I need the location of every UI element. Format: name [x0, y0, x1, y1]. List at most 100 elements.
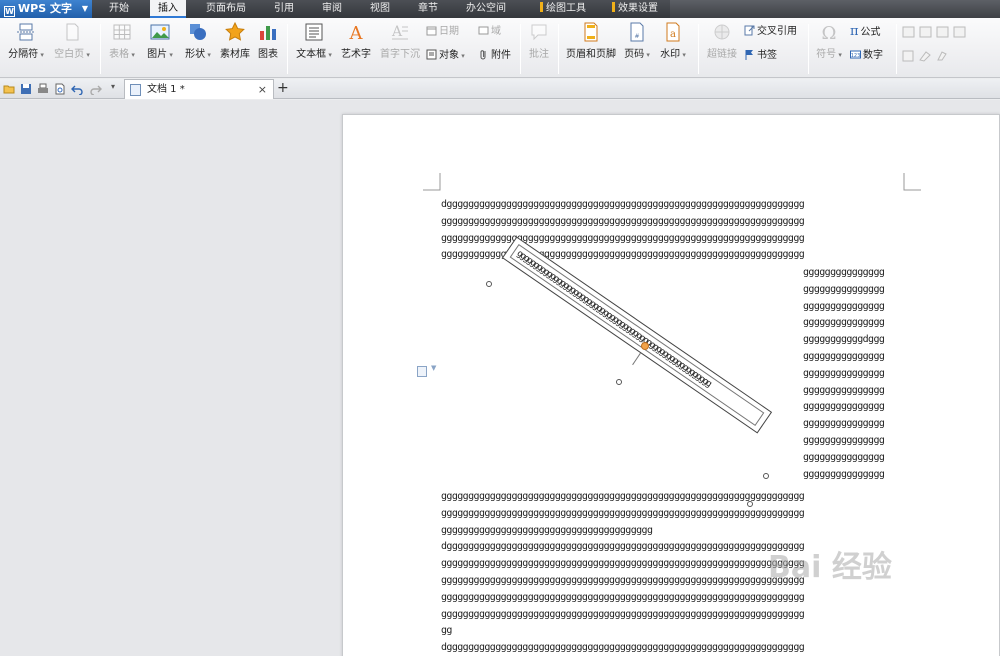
page-number-button[interactable]: # 页码 [622, 22, 652, 60]
wordart-button[interactable]: A 艺术字 [338, 22, 374, 60]
formula-button[interactable]: π 公式 [850, 25, 881, 40]
baidu-watermark: Bai 经验 [768, 550, 892, 585]
textbox-label: 文本框 [296, 49, 332, 60]
ribbon-separator [698, 24, 699, 74]
tab-chapter[interactable]: 章节 [410, 0, 446, 18]
document-page[interactable]: dggggggggggggggggggggggggggggggggggggggg… [342, 114, 1000, 656]
disabled-tool-icons-row2 [902, 50, 947, 62]
tab-references[interactable]: 引用 [266, 0, 302, 18]
open-folder-icon[interactable] [3, 83, 15, 95]
shape-button[interactable]: 形状 [180, 22, 216, 60]
comment-icon [531, 24, 547, 41]
menu-bar: W WPS 文字 ▼ 开始 插入 页面布局 引用 审阅 视图 章节 办公空间 绘图工… [0, 0, 1000, 18]
dropcap-button[interactable]: A 首字下沉 [378, 22, 422, 60]
page-break-button[interactable]: 分隔符 [4, 22, 48, 60]
dropcap-icon: A [391, 24, 408, 40]
new-tab-button[interactable]: + [277, 80, 289, 96]
blank-page-button[interactable]: 空白页 [50, 22, 94, 60]
omega-icon: Ω [822, 23, 837, 42]
flag-icon [745, 50, 753, 60]
table-icon [113, 24, 131, 40]
text-line: ggggggggggggggg [803, 451, 885, 463]
redo-icon[interactable] [90, 83, 102, 95]
wordart-label: 艺术字 [341, 49, 371, 60]
date-button[interactable]: 日期 [426, 25, 459, 39]
text-line: ggggggggggggggg [803, 468, 885, 480]
comment-label: 批注 [529, 49, 549, 60]
text-line: dggggggggggggggggggggggggggggggggggggggg… [441, 199, 805, 210]
page-break-icon [17, 23, 35, 41]
app-menu-button[interactable]: W WPS 文字 ▼ [0, 0, 92, 18]
tab-effects-settings[interactable]: 效果设置 [604, 0, 666, 18]
tab-page-layout[interactable]: 页面布局 [198, 0, 254, 18]
textbox-content[interactable]: gggggggggggggggggggggggggggggggggggggggg… [509, 244, 765, 426]
print-preview-icon[interactable] [54, 83, 66, 95]
rotate-handle[interactable] [641, 342, 649, 350]
table-button[interactable]: 表格 [104, 22, 140, 60]
save-icon[interactable] [20, 83, 32, 95]
resize-handle[interactable] [616, 379, 622, 385]
print-icon[interactable] [37, 83, 49, 95]
field-button[interactable]: 域 [478, 25, 501, 39]
object-label: 对象 [439, 50, 465, 61]
attachment-button[interactable]: 附件 [478, 49, 511, 63]
tab-insert[interactable]: 插入 [150, 0, 186, 18]
svg-text:123: 123 [851, 53, 861, 59]
bookmark-label: 书签 [757, 50, 777, 61]
blank-page-label: 空白页 [54, 49, 90, 60]
svg-text:A: A [349, 23, 364, 42]
text-line: ggggggggggggggg [803, 283, 885, 295]
document-tab-bar: ▾ 文档 1 * × + [0, 79, 1000, 99]
rotated-textbox[interactable]: gggggggggggggggggggggggggggggggggggggggg… [501, 236, 773, 434]
date-label: 日期 [439, 26, 459, 37]
clipart-label: 素材库 [220, 49, 250, 60]
document-tab[interactable]: 文档 1 * × [124, 79, 274, 99]
chevron-down-icon: ▼ [81, 4, 88, 13]
undo-icon[interactable] [71, 83, 83, 95]
object-icon [426, 49, 437, 60]
number-button[interactable]: 123 数字 [850, 49, 883, 63]
picture-button[interactable]: 图片 [142, 22, 178, 60]
cross-reference-icon [744, 25, 755, 36]
text-line: ggggggggggggggg [803, 384, 885, 396]
text-line: dggggggggggggggggggggggggggggggggggggggg… [441, 642, 805, 654]
svg-text:Ω: Ω [822, 23, 837, 42]
header-footer-icon [584, 22, 598, 42]
ribbon-separator [896, 24, 897, 74]
tab-review[interactable]: 审阅 [314, 0, 350, 18]
chart-label: 图表 [258, 49, 278, 60]
wps-logo-icon: W [4, 6, 15, 17]
text-line: gggggggggggggggggggggggggggggggggggggggg… [441, 491, 805, 502]
close-icon[interactable]: × [258, 80, 267, 99]
tab-start[interactable]: 开始 [100, 0, 138, 18]
disabled-tool-icons-row1 [902, 26, 966, 38]
resize-handle[interactable] [486, 281, 492, 287]
object-button[interactable]: 对象 [426, 49, 465, 63]
layout-options-icon[interactable] [417, 366, 427, 377]
watermark-button[interactable]: a 水印 [656, 22, 690, 60]
hyperlink-button[interactable]: 超链接 [704, 22, 740, 60]
symbol-button[interactable]: Ω 符号 [812, 22, 846, 60]
text-line: ggggggggggggggg [803, 317, 885, 329]
chart-button[interactable]: 图表 [254, 22, 282, 60]
number-label: 数字 [863, 50, 883, 61]
textbox-button[interactable]: 文本框 [292, 22, 336, 60]
comment-button[interactable]: 批注 [524, 22, 554, 60]
tab-drawing-tools[interactable]: 绘图工具 [532, 0, 594, 18]
page-break-label: 分隔符 [8, 49, 44, 60]
resize-handle[interactable] [747, 501, 753, 507]
bookmark-button[interactable]: 书签 [744, 49, 777, 63]
text-line: ggggggggggggggg [803, 267, 885, 278]
resize-handle[interactable] [763, 473, 769, 479]
cross-reference-button[interactable]: 交叉引用 [744, 25, 797, 39]
tab-view[interactable]: 视图 [362, 0, 398, 18]
header-footer-button[interactable]: 页眉和页脚 [562, 22, 620, 60]
tab-office-space[interactable]: 办公空间 [458, 0, 514, 18]
pi-icon: π [850, 24, 859, 39]
customize-toolbar-icon[interactable]: ▾ [111, 82, 115, 91]
text-line: ggggggggggggggg [803, 300, 885, 312]
ribbon: 分隔符 空白页 表格 图片 形状 素材库 图表 文本框 A 艺术字 A 首字下沉… [0, 18, 1000, 78]
clipart-button[interactable]: 素材库 [218, 22, 252, 60]
chevron-down-icon[interactable]: ▼ [431, 364, 436, 372]
text-line: gggggggggggggggggggggggggggggggggggggggg… [441, 507, 805, 519]
